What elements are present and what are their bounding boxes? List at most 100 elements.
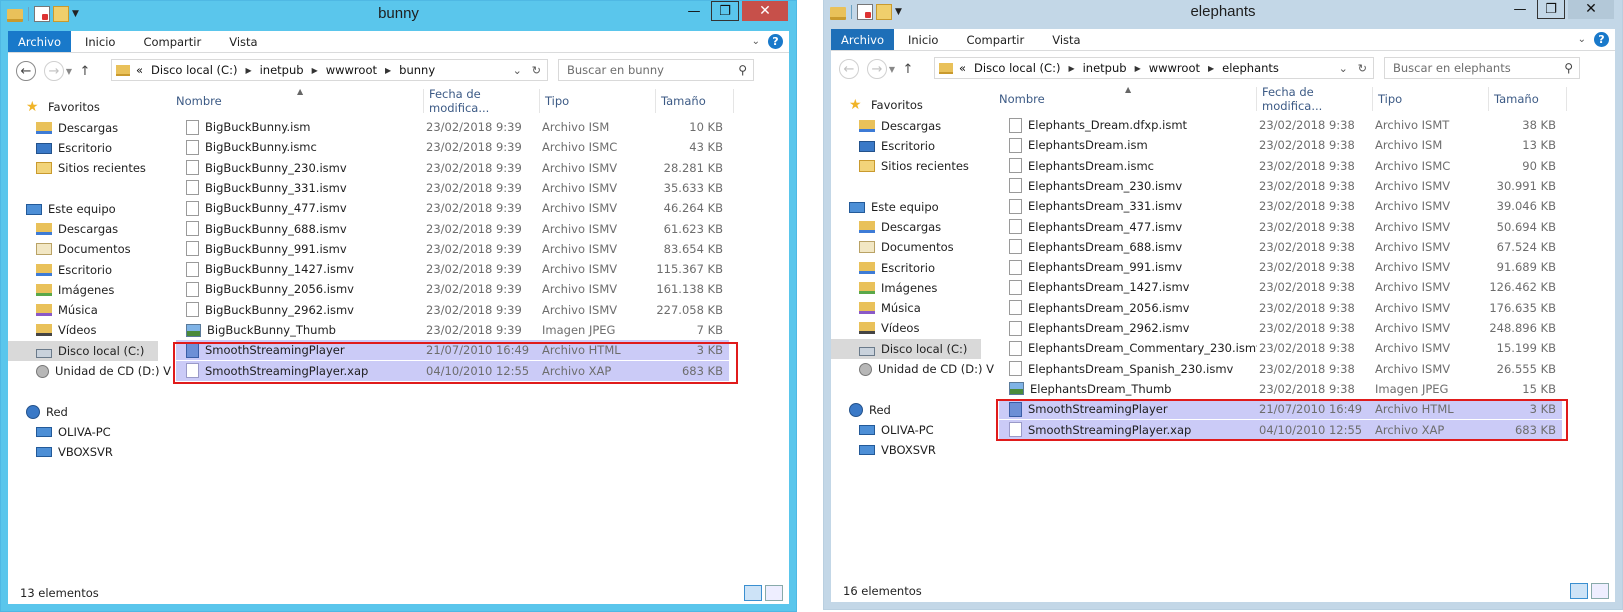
close-button[interactable]: ✕ bbox=[742, 1, 788, 21]
breadcrumb-chevron-icon[interactable]: ▶ bbox=[1135, 64, 1141, 73]
column-header-fecha[interactable]: Fecha de modifica... bbox=[1257, 85, 1373, 113]
breadcrumb-inetpub[interactable]: inetpub bbox=[1083, 61, 1127, 75]
address-bar[interactable]: « Disco local (C:) ▶ inetpub ▶ wwwroot ▶… bbox=[934, 57, 1374, 79]
file-row[interactable]: BigBuckBunny_991.ismv 23/02/2018 9:39 Arch… bbox=[176, 239, 729, 259]
close-button[interactable]: ✕ bbox=[1568, 0, 1614, 19]
file-row[interactable]: BigBuckBunny_2056.ismv 23/02/2018 9:39 Arc… bbox=[176, 279, 729, 299]
title-bar[interactable]: ▼ elephants — ❐ ✕ bbox=[824, 0, 1622, 29]
column-header-tipo[interactable]: Tipo bbox=[1373, 87, 1489, 111]
help-icon[interactable]: ? bbox=[768, 34, 783, 49]
file-row[interactable]: ElephantsDream_230.ismv 23/02/2018 9:38 Ar… bbox=[999, 176, 1562, 196]
file-row[interactable]: ElephantsDream_688.ismv 23/02/2018 9:38 Ar… bbox=[999, 237, 1562, 257]
maximize-button[interactable]: ❐ bbox=[711, 1, 739, 21]
breadcrumb-inetpub[interactable]: inetpub bbox=[260, 63, 304, 77]
expand-ribbon-icon[interactable]: ⌄ bbox=[752, 36, 760, 47]
file-row[interactable]: ElephantsDream_Spanish_230.ismv 23/02/201… bbox=[999, 359, 1562, 379]
file-row[interactable]: ElephantsDream_1427.ismv 23/02/2018 9:38 A… bbox=[999, 277, 1562, 297]
file-row[interactable]: BigBuckBunny.ism 23/02/2018 9:39 Archivo I… bbox=[176, 117, 729, 137]
refresh-icon[interactable]: ↻ bbox=[532, 64, 541, 77]
breadcrumb-chevron-icon[interactable]: ▶ bbox=[385, 66, 391, 75]
nav-item-vboxsvr[interactable]: VBOXSVR bbox=[8, 442, 158, 462]
up-button[interactable]: ↑ bbox=[897, 58, 919, 80]
nav-item-musica[interactable]: Música bbox=[8, 300, 158, 320]
nav-item-descargas-pc[interactable]: Descargas bbox=[8, 219, 158, 239]
breadcrumb-current-folder[interactable]: bunny bbox=[399, 63, 435, 77]
file-row[interactable]: ElephantsDream.ism 23/02/2018 9:38 Archivo… bbox=[999, 135, 1562, 155]
nav-item-vboxsvr[interactable]: VBOXSVR bbox=[831, 440, 981, 460]
nav-item-este-equipo[interactable]: Este equipo bbox=[831, 197, 981, 217]
address-history-dropdown-icon[interactable]: ⌄ bbox=[1339, 62, 1348, 75]
nav-item-unidad-cd[interactable]: Unidad de CD (D:) V bbox=[831, 359, 994, 379]
file-row[interactable]: ElephantsDream_Commentary_230.ismv 23/02/… bbox=[999, 338, 1562, 358]
large-icons-view-button[interactable] bbox=[765, 585, 783, 601]
file-row[interactable]: ElephantsDream_2962.ismv 23/02/2018 9:38 A… bbox=[999, 318, 1562, 338]
column-header-fecha[interactable]: Fecha de modifica... bbox=[424, 87, 540, 115]
maximize-button[interactable]: ❐ bbox=[1537, 0, 1565, 19]
nav-item-imagenes[interactable]: Imágenes bbox=[831, 278, 981, 298]
column-header-tipo[interactable]: Tipo bbox=[540, 89, 656, 113]
large-icons-view-button[interactable] bbox=[1591, 583, 1609, 599]
title-bar[interactable]: ▼ bunny — ❐ ✕ bbox=[1, 1, 796, 31]
column-header-nombre[interactable]: ▲ Nombre bbox=[171, 87, 424, 113]
nav-item-escritorio[interactable]: Escritorio bbox=[8, 138, 158, 158]
help-icon[interactable]: ? bbox=[1594, 32, 1609, 47]
tab-inicio[interactable]: Inicio bbox=[71, 31, 129, 52]
nav-item-favoritos[interactable]: ★ Favoritos bbox=[831, 95, 981, 115]
nav-item-disco-local[interactable]: Disco local (C:) bbox=[831, 339, 981, 359]
file-row[interactable]: BigBuckBunny_477.ismv 23/02/2018 9:39 Arch… bbox=[176, 198, 729, 218]
nav-item-favoritos[interactable]: ★ Favoritos bbox=[8, 97, 158, 117]
breadcrumb-local-disk[interactable]: Disco local (C:) bbox=[974, 61, 1060, 75]
tab-compartir[interactable]: Compartir bbox=[129, 31, 215, 52]
recent-locations-dropdown-icon[interactable]: ▼ bbox=[887, 58, 897, 80]
file-row[interactable]: BigBuckBunny_2962.ismv 23/02/2018 9:39 Arc… bbox=[176, 300, 729, 320]
search-icon[interactable]: ⚲ bbox=[1564, 61, 1573, 75]
nav-item-oliva-pc[interactable]: OLIVA-PC bbox=[8, 422, 158, 442]
breadcrumb-wwwroot[interactable]: wwwroot bbox=[326, 63, 377, 77]
breadcrumb-chevron-icon[interactable]: ▶ bbox=[1068, 64, 1074, 73]
address-bar[interactable]: « Disco local (C:) ▶ inetpub ▶ wwwroot ▶… bbox=[111, 59, 548, 81]
file-row[interactable]: ElephantsDream_331.ismv 23/02/2018 9:38 Ar… bbox=[999, 196, 1562, 216]
column-header-tamano[interactable]: Tamaño bbox=[1489, 87, 1567, 111]
file-row[interactable]: ElephantsDream.ismc 23/02/2018 9:38 Archiv… bbox=[999, 156, 1562, 176]
file-row[interactable]: BigBuckBunny_1427.ismv 23/02/2018 9:39 Arc… bbox=[176, 259, 729, 279]
nav-item-musica[interactable]: Música bbox=[831, 298, 981, 318]
file-row[interactable]: BigBuckBunny.ismc 23/02/2018 9:39 Archivo … bbox=[176, 137, 729, 157]
details-view-button[interactable] bbox=[744, 585, 762, 601]
file-row[interactable]: BigBuckBunny_230.ismv 23/02/2018 9:39 Arch… bbox=[176, 158, 729, 178]
nav-item-disco-local[interactable]: Disco local (C:) bbox=[8, 341, 158, 361]
tab-compartir[interactable]: Compartir bbox=[952, 29, 1038, 50]
nav-item-escritorio[interactable]: Escritorio bbox=[831, 136, 981, 156]
minimize-button[interactable]: — bbox=[680, 1, 708, 21]
tab-archivo[interactable]: Archivo bbox=[8, 31, 71, 52]
file-row[interactable]: ElephantsDream_477.ismv 23/02/2018 9:38 Ar… bbox=[999, 217, 1562, 237]
breadcrumb-chevron-icon[interactable]: ▶ bbox=[1208, 64, 1214, 73]
address-overflow[interactable]: « bbox=[959, 61, 966, 75]
recent-locations-dropdown-icon[interactable]: ▼ bbox=[64, 60, 74, 82]
nav-item-escritorio-pc[interactable]: Escritorio bbox=[8, 260, 158, 280]
tab-inicio[interactable]: Inicio bbox=[894, 29, 952, 50]
nav-item-documentos[interactable]: Documentos bbox=[831, 237, 981, 257]
file-row[interactable]: ElephantsDream_Thumb 23/02/2018 9:38 Image… bbox=[999, 379, 1562, 399]
nav-item-red[interactable]: Red bbox=[8, 402, 158, 422]
forward-button[interactable]: → bbox=[867, 59, 887, 79]
breadcrumb-local-disk[interactable]: Disco local (C:) bbox=[151, 63, 237, 77]
tab-vista[interactable]: Vista bbox=[1038, 29, 1094, 50]
breadcrumb-chevron-icon[interactable]: ▶ bbox=[312, 66, 318, 75]
details-view-button[interactable] bbox=[1570, 583, 1588, 599]
refresh-icon[interactable]: ↻ bbox=[1358, 62, 1367, 75]
nav-item-red[interactable]: Red bbox=[831, 400, 981, 420]
nav-item-descargas[interactable]: Descargas bbox=[831, 116, 981, 136]
address-overflow[interactable]: « bbox=[136, 63, 143, 77]
file-row[interactable]: Elephants_Dream.dfxp.ismt 23/02/2018 9:38… bbox=[999, 115, 1562, 135]
breadcrumb-wwwroot[interactable]: wwwroot bbox=[1149, 61, 1200, 75]
nav-item-descargas[interactable]: Descargas bbox=[8, 118, 158, 138]
tab-vista[interactable]: Vista bbox=[215, 31, 271, 52]
search-input[interactable]: Buscar en elephants ⚲ bbox=[1384, 57, 1580, 79]
minimize-button[interactable]: — bbox=[1506, 0, 1534, 19]
nav-item-videos[interactable]: Vídeos bbox=[8, 320, 158, 340]
nav-item-imagenes[interactable]: Imágenes bbox=[8, 280, 158, 300]
column-header-tamano[interactable]: Tamaño bbox=[656, 89, 734, 113]
back-button[interactable]: ← bbox=[839, 59, 859, 79]
breadcrumb-chevron-icon[interactable]: ▶ bbox=[245, 66, 251, 75]
nav-item-sitios-recientes[interactable]: Sitios recientes bbox=[8, 158, 158, 178]
